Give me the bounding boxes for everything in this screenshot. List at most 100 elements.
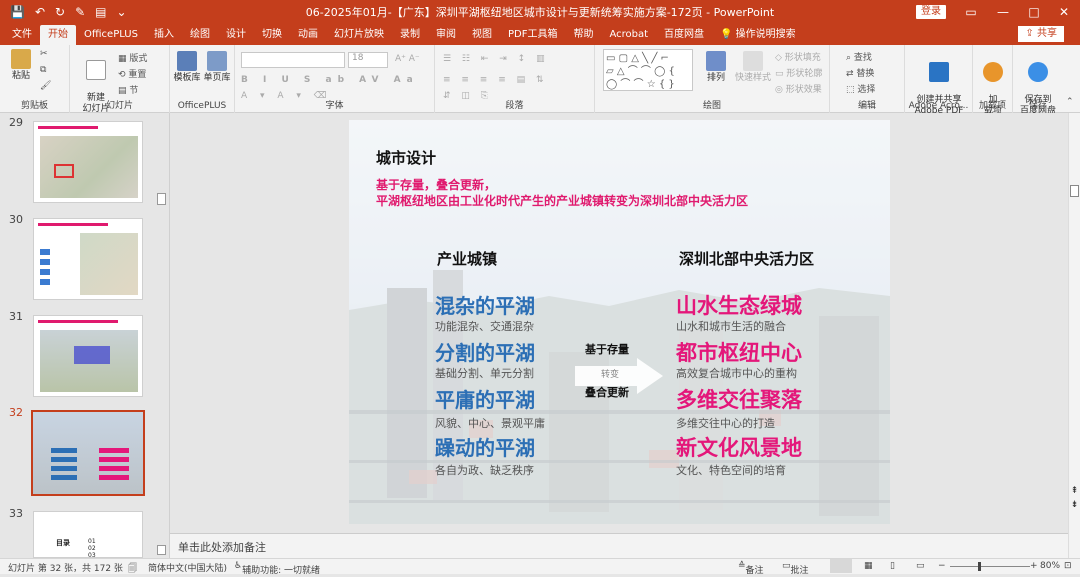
tab-slideshow[interactable]: 幻灯片放映 xyxy=(326,25,392,45)
tab-view[interactable]: 视图 xyxy=(464,25,500,45)
format-painter-icon[interactable]: ✎ xyxy=(75,5,85,19)
fit-slide-icon[interactable]: ⊡ xyxy=(1064,561,1072,571)
right-item-title: 新文化风景地 xyxy=(676,436,802,460)
list-buttons[interactable]: ☰ ☷ ⇤ ⇥ ↕ ▥ xyxy=(443,54,549,64)
present-icon[interactable]: ▤ xyxy=(95,5,106,19)
addins-group-label: 加载项 xyxy=(978,101,1006,111)
right-item-desc: 高效复合城市中心的重构 xyxy=(676,367,797,380)
editor-scrollbar[interactable]: ⇞ ⇟ xyxy=(1068,113,1080,558)
align-buttons[interactable]: ≡ ≡ ≡ ≡ ▤ ⇅ xyxy=(443,75,548,85)
left-item-desc: 风貌、中心、景观平庸 xyxy=(435,417,545,430)
prev-slide-icon[interactable]: ⇞ xyxy=(1070,487,1079,496)
arrange-button[interactable]: 排列 xyxy=(697,51,735,84)
tab-help[interactable]: 帮助 xyxy=(565,25,601,45)
slideshow-icon[interactable]: ▭ xyxy=(916,561,925,571)
collapse-ribbon-icon[interactable]: ⌃ xyxy=(1066,97,1074,107)
tab-pdf-tools[interactable]: PDF工具箱 xyxy=(500,25,565,45)
zoom-slider[interactable] xyxy=(950,566,1030,567)
right-item-desc: 山水和城市生活的融合 xyxy=(676,320,786,333)
zoom-level[interactable]: 80% xyxy=(1040,561,1060,571)
tab-design[interactable]: 设计 xyxy=(218,25,254,45)
slide-thumbnail-32[interactable] xyxy=(31,410,145,496)
redo-icon[interactable]: ↻ xyxy=(55,5,65,19)
tab-officeplus[interactable]: OfficePLUS xyxy=(76,25,146,45)
copy-icon[interactable]: ⧉ xyxy=(40,65,46,75)
notes-pane[interactable]: 单击此处添加备注 xyxy=(170,533,1068,558)
thumbnail-scroll-thumb[interactable] xyxy=(157,193,166,205)
tell-me-search[interactable]: 💡 操作说明搜索 xyxy=(712,25,804,45)
tab-animations[interactable]: 动画 xyxy=(290,25,326,45)
tab-insert[interactable]: 插入 xyxy=(146,25,182,45)
template-library-button[interactable]: 模板库 xyxy=(173,51,201,84)
reset-button[interactable]: ⟲ 重置 xyxy=(118,67,146,80)
slide-counter: 幻灯片 第 32 张，共 172 张 xyxy=(8,564,123,574)
slide-thumbnail-31[interactable] xyxy=(33,315,143,397)
customize-qa-icon[interactable]: ⌄ xyxy=(116,5,126,19)
minimize-button[interactable]: — xyxy=(987,0,1019,24)
baidu-cloud-icon xyxy=(1028,62,1048,82)
zoom-in-icon[interactable]: + xyxy=(1030,561,1038,571)
comments-toggle[interactable]: ▭ 批注 xyxy=(782,561,809,576)
shape-effects-button[interactable]: ◎ 形状效果 xyxy=(775,82,822,95)
slide-thumbnail-30[interactable] xyxy=(33,218,143,300)
font-size-input[interactable]: 18 xyxy=(348,52,388,68)
cut-icon[interactable]: ✂ xyxy=(40,49,48,59)
font-format-buttons[interactable]: B I U S ab AV Aa xyxy=(241,75,419,85)
share-button[interactable]: ⇪ 共享 xyxy=(1018,26,1064,42)
layout-button[interactable]: ▦ 版式 xyxy=(118,51,147,64)
tab-draw[interactable]: 绘图 xyxy=(182,25,218,45)
find-button[interactable]: ⌕ 查找 xyxy=(846,50,872,63)
paragraph-group-label: 段落 xyxy=(505,101,524,111)
thumbnail-scrollbar[interactable] xyxy=(156,113,168,558)
slide-canvas[interactable]: 城市设计 基于存量，叠合更新， 平湖枢纽地区由工业化时代产生的产业城镇转变为深圳… xyxy=(349,120,890,524)
editor-scroll-thumb[interactable] xyxy=(1070,185,1079,197)
slide-thumbnail-29[interactable] xyxy=(33,121,143,203)
thumbnail-scroll-bottom[interactable] xyxy=(157,545,166,555)
paragraph-group: ☰ ☷ ⇤ ⇥ ↕ ▥ ≡ ≡ ≡ ≡ ▤ ⇅ ⇵ ◫ ⎘ 段落 xyxy=(435,45,595,113)
thumb-title-bar xyxy=(38,320,118,323)
section-button[interactable]: ▤ 节 xyxy=(118,83,138,96)
notes-toggle[interactable]: ≙ 备注 xyxy=(738,561,764,576)
format-painter-button[interactable]: 🖌 xyxy=(40,81,51,91)
slide-sorter-icon[interactable]: ▦ xyxy=(864,561,873,571)
shapes-gallery[interactable]: ▭ ▢ △ ╲ ╱ ⌐ ▱ △ ⌒ ⌒ ◯ {◯ ⌒ ⌒ ☆ { } xyxy=(603,49,693,91)
tab-acrobat[interactable]: Acrobat xyxy=(601,25,656,45)
quick-styles-button[interactable]: 快速样式 xyxy=(733,51,773,84)
close-button[interactable]: ✕ xyxy=(1048,0,1080,24)
accessibility-status[interactable]: ♿ 辅助功能: 一切就绪 xyxy=(234,561,320,576)
left-item-desc: 功能混杂、交通混杂 xyxy=(435,320,534,333)
tab-transitions[interactable]: 切换 xyxy=(254,25,290,45)
font-name-input[interactable] xyxy=(241,52,345,68)
undo-icon[interactable]: ↶ xyxy=(35,5,45,19)
slides-group: 新建 幻灯片 ▦ 版式 ⟲ 重置 ▤ 节 幻灯片 xyxy=(70,45,170,114)
thumb-pink-list xyxy=(99,448,129,484)
shape-outline-button[interactable]: ▭ 形状轮廓 xyxy=(775,66,822,79)
ribbon-display-icon[interactable]: ▭ xyxy=(955,0,987,24)
next-slide-icon[interactable]: ⇟ xyxy=(1070,501,1079,510)
tab-baidu[interactable]: 百度网盘 xyxy=(656,25,712,45)
grow-font-icon[interactable]: A⁺ A⁻ xyxy=(395,54,420,64)
tab-review[interactable]: 审阅 xyxy=(428,25,464,45)
arrow-label-middle: 转变 xyxy=(601,370,620,380)
title-bar: 💾 ↶ ↻ ✎ ▤ ⌄ 06-2025年01月-【广东】深圳平湖枢纽地区城市设计… xyxy=(0,0,1080,24)
select-button[interactable]: ⬚ 选择 xyxy=(846,82,875,95)
shape-fill-button[interactable]: ◇ 形状填充 xyxy=(775,50,821,63)
thumb-toc-01: 01 xyxy=(88,538,96,545)
zoom-slider-thumb[interactable] xyxy=(978,562,981,571)
normal-view-icon[interactable] xyxy=(830,559,852,573)
quick-access-toolbar: 💾 ↶ ↻ ✎ ▤ ⌄ xyxy=(0,5,240,19)
slide-thumbnail-33[interactable]: 目录 01 02 03 xyxy=(33,511,143,558)
maximize-button[interactable]: □ xyxy=(1018,0,1050,24)
reading-view-icon[interactable]: ▯ xyxy=(890,561,895,571)
tab-file[interactable]: 文件 xyxy=(4,25,40,45)
language-status[interactable]: 简体中文(中国大陆) xyxy=(148,561,227,574)
zoom-out-icon[interactable]: − xyxy=(938,561,946,571)
spellcheck-icon[interactable]: 🗐 xyxy=(128,561,137,577)
replace-button[interactable]: ⇄ 替换 xyxy=(846,66,874,79)
single-page-button[interactable]: 单页库 xyxy=(203,51,231,84)
save-icon[interactable]: 💾 xyxy=(10,5,25,19)
tab-home[interactable]: 开始 xyxy=(40,25,76,45)
login-button[interactable]: 登录 xyxy=(916,5,946,19)
tab-record[interactable]: 录制 xyxy=(392,25,428,45)
paste-button[interactable]: 粘贴 xyxy=(6,49,36,82)
